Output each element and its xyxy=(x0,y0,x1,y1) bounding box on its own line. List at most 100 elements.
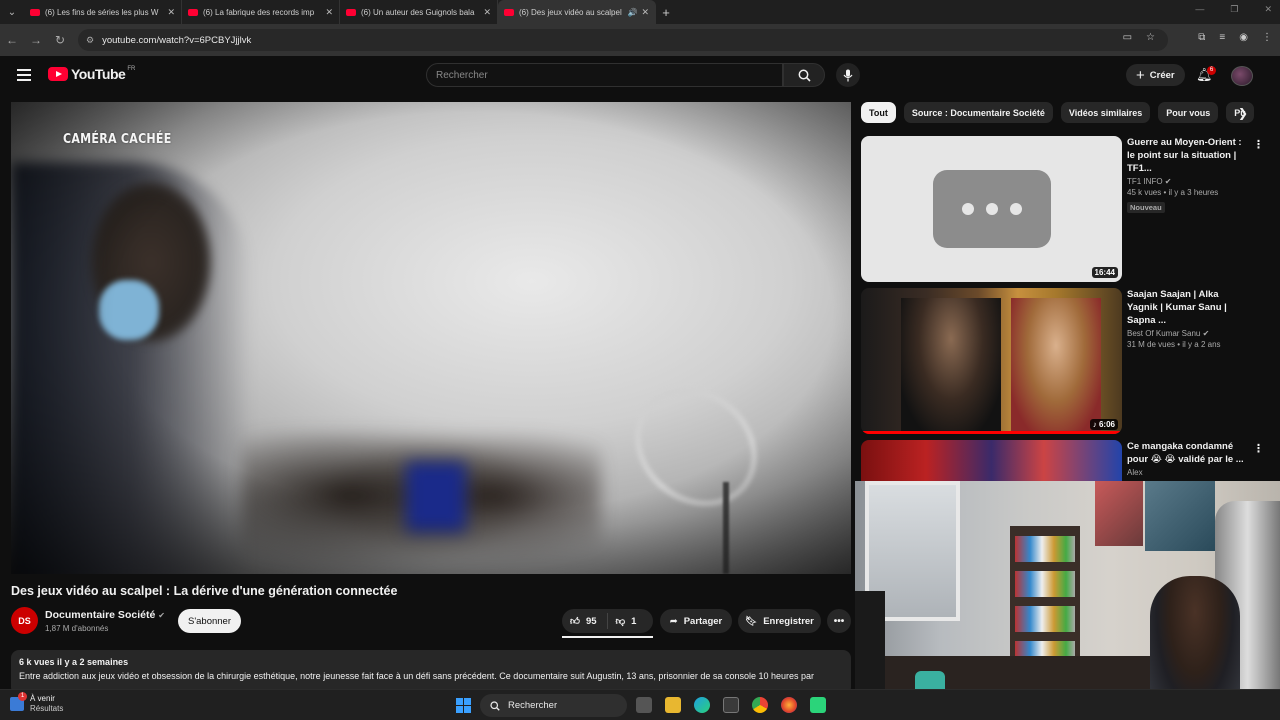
kebab-menu-icon[interactable]: ⋮ xyxy=(1253,442,1264,455)
bookmark-star-icon[interactable]: ☆ xyxy=(1146,32,1155,43)
chrome-menu-icon[interactable]: ⋮ xyxy=(1262,32,1272,43)
chip-for-you[interactable]: Pour vous xyxy=(1158,102,1219,123)
chevron-right-icon[interactable]: ❯ xyxy=(1238,106,1248,120)
tab-close-icon[interactable]: ✕ xyxy=(641,7,649,18)
reload-icon[interactable]: ↻ xyxy=(48,33,72,47)
verified-check-icon: ✔ xyxy=(1164,177,1172,186)
webcam-overlay xyxy=(855,481,1280,720)
account-avatar[interactable] xyxy=(1231,66,1253,86)
video-overlay-caption: CAMÉRA CACHÉE xyxy=(63,132,172,147)
app-icon[interactable] xyxy=(810,697,826,713)
store-icon[interactable] xyxy=(723,697,739,713)
edge-browser-icon[interactable] xyxy=(694,697,710,713)
youtube-header: YouTube FR Rechercher + Créer 🔔︎ xyxy=(0,56,1280,96)
chrome-icon[interactable] xyxy=(752,697,768,713)
dislike-count: 1 xyxy=(631,615,637,627)
site-info-icon[interactable]: ⚙ xyxy=(86,35,94,46)
share-label: Partager xyxy=(683,615,723,627)
recommendation-meta: 45 k vues • il y a 3 heures xyxy=(1127,188,1219,197)
placeholder-more-icon xyxy=(932,170,1051,248)
audio-playing-icon[interactable]: 🔊 xyxy=(627,8,637,17)
browser-tab[interactable]: (6) Les fins de séries les plus W ✕ xyxy=(24,0,182,24)
channel-name-text: Documentaire Société xyxy=(45,609,156,621)
new-tab-button[interactable]: + xyxy=(656,5,676,20)
tab-search-chevron-icon[interactable]: ⌄ xyxy=(0,0,24,24)
recommendation-item[interactable]: ♪ 6:06 Saajan Saajan | Alka Yagnik | Kum… xyxy=(861,288,1261,434)
thumbnail-shape xyxy=(1011,298,1101,434)
browser-tab-active[interactable]: (6) Des jeux vidéo au scalpel 🔊 ✕ xyxy=(498,0,656,24)
dislike-button[interactable]: 👎︎ 1 xyxy=(608,615,645,628)
taskbar-search[interactable]: Rechercher xyxy=(480,694,627,717)
share-arrow-icon: ➦ xyxy=(669,615,678,627)
chip-similar[interactable]: Vidéos similaires xyxy=(1060,102,1151,123)
logo-wordmark: YouTube xyxy=(71,66,126,82)
share-button[interactable]: ➦ Partager xyxy=(660,609,732,633)
maximize-icon[interactable]: ❐ xyxy=(1230,4,1238,15)
youtube-logo[interactable]: YouTube FR xyxy=(48,66,135,82)
file-explorer-icon[interactable] xyxy=(665,697,681,713)
like-button[interactable]: 👍︎ 95 xyxy=(562,613,608,629)
recommendation-channel[interactable]: Alex xyxy=(1127,468,1247,477)
windows-taskbar: À venir Résultats 1 Rechercher xyxy=(0,689,1280,720)
forward-icon[interactable]: → xyxy=(24,33,48,47)
close-window-icon[interactable]: ✕ xyxy=(1264,4,1272,15)
recommendation-title[interactable]: Ce mangaka condamné pour 😭 😭 validé par … xyxy=(1127,440,1247,466)
webcam-scene-shape xyxy=(1015,536,1075,562)
minimize-icon[interactable]: — xyxy=(1195,4,1204,15)
profile-icon[interactable]: ◉ xyxy=(1239,32,1248,43)
browser-tab[interactable]: (6) Un auteur des Guignols bala ✕ xyxy=(340,0,498,24)
tab-close-icon[interactable]: ✕ xyxy=(167,7,175,18)
video-thumbnail[interactable]: ♪ 6:06 xyxy=(861,288,1122,434)
chip-all[interactable]: Tout xyxy=(861,102,896,123)
save-button[interactable]: 🔖︎ Enregistrer xyxy=(738,609,821,633)
like-count: 95 xyxy=(585,615,597,627)
tab-title: (6) Un auteur des Guignols bala xyxy=(361,7,475,17)
recommendation-item[interactable]: 16:44 Guerre au Moyen-Orient : le point … xyxy=(861,136,1264,282)
widgets-text: À venir Résultats xyxy=(30,694,63,714)
tab-close-icon[interactable]: ✕ xyxy=(483,7,491,18)
create-button[interactable]: + Créer xyxy=(1126,64,1185,86)
widgets-badge: 1 xyxy=(18,692,27,701)
save-label: Enregistrer xyxy=(763,615,814,627)
description-text: Entre addiction aux jeux vidéo et obsess… xyxy=(19,671,814,681)
chip-source[interactable]: Source : Documentaire Société xyxy=(903,102,1053,123)
duration-badge: 16:44 xyxy=(1091,267,1118,278)
recommendation-info: Ce mangaka condamné pour 😭 😭 validé par … xyxy=(1127,440,1247,477)
tab-title: (6) Des jeux vidéo au scalpel xyxy=(519,7,622,17)
url-field[interactable]: ⚙ youtube.com/watch?v=6PCBYJjjlvk xyxy=(78,29,1168,51)
recommendation-title[interactable]: Saajan Saajan | Alka Yagnik | Kumar Sanu… xyxy=(1127,288,1247,327)
more-horizontal-icon: ••• xyxy=(833,615,845,627)
start-windows-icon[interactable] xyxy=(456,698,471,713)
channel-name[interactable]: Documentaire Société ✔ xyxy=(45,609,165,621)
verified-check-icon: ✔ xyxy=(158,611,165,620)
cast-icon[interactable]: ▭ xyxy=(1123,32,1132,43)
split-view-icon[interactable]: ≡ xyxy=(1219,32,1225,43)
browser-tab[interactable]: (6) La fabrique des records imp ✕ xyxy=(182,0,340,24)
omnibox-actions: ▭ ☆ xyxy=(1123,32,1155,43)
recommendation-channel[interactable]: TF1 INFO ✔ xyxy=(1127,177,1247,186)
extensions-puzzle-icon[interactable]: ⧉ xyxy=(1198,32,1205,43)
video-thumbnail[interactable]: 16:44 xyxy=(861,136,1122,282)
window-controls: — ❐ ✕ xyxy=(1195,4,1272,15)
back-icon[interactable]: ← xyxy=(0,33,24,47)
watch-progress-bar xyxy=(861,431,1122,434)
thumbs-up-icon: 👍︎ xyxy=(570,616,580,627)
subscribe-button[interactable]: S'abonner xyxy=(178,609,241,633)
tab-title: (6) Les fins de séries les plus W xyxy=(45,7,159,17)
recommendation-meta: 31 M de vues • il y a 2 ans xyxy=(1127,340,1221,349)
task-view-icon[interactable] xyxy=(636,697,652,713)
search-button[interactable] xyxy=(783,63,825,87)
channel-avatar[interactable]: DS xyxy=(11,607,38,634)
voice-search-button[interactable] xyxy=(836,63,860,87)
firefox-icon[interactable] xyxy=(781,697,797,713)
recommendation-channel[interactable]: Best Of Kumar Sanu ✔ xyxy=(1127,329,1247,338)
recommendation-title[interactable]: Guerre au Moyen-Orient : le point sur la… xyxy=(1127,136,1247,175)
video-player[interactable]: CAMÉRA CACHÉE xyxy=(11,102,851,574)
plus-icon: + xyxy=(1136,66,1145,84)
tab-close-icon[interactable]: ✕ xyxy=(325,7,333,18)
more-actions-button[interactable]: ••• xyxy=(827,609,851,633)
kebab-menu-icon[interactable]: ⋮ xyxy=(1253,138,1264,151)
youtube-favicon-icon xyxy=(504,8,514,16)
search-input[interactable]: Rechercher xyxy=(426,63,783,87)
menu-hamburger-icon[interactable] xyxy=(17,69,31,81)
